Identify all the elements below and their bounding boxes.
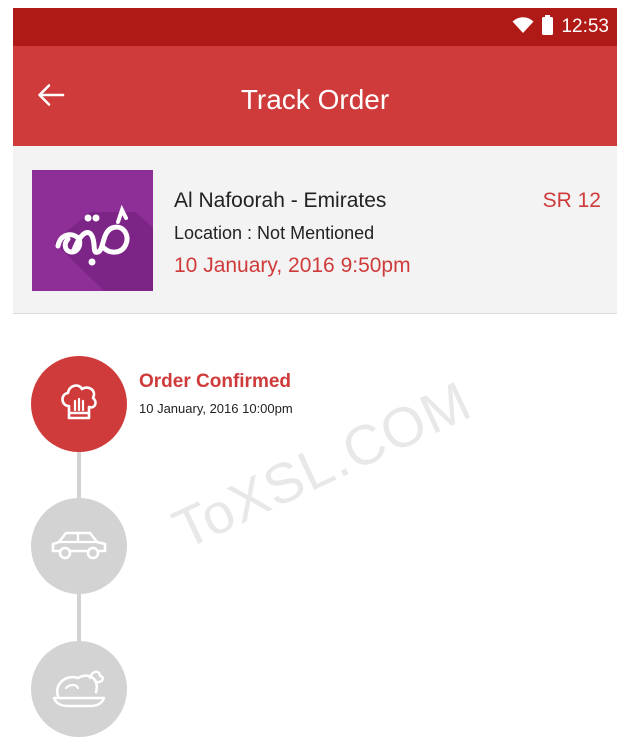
order-summary-card[interactable]: Al Nafoorah - Emirates SR 12 Location : …: [13, 146, 617, 314]
app-bar: Track Order: [13, 46, 617, 146]
step-time: 10 January, 2016 10:00pm: [139, 401, 293, 416]
roast-chicken-icon: [52, 666, 106, 713]
status-bar: 12:53: [13, 8, 617, 46]
status-time: 12:53: [561, 16, 609, 37]
order-date: 10 January, 2016 9:50pm: [174, 254, 411, 277]
step-order-confirmed: [31, 356, 127, 452]
restaurant-thumbnail: [32, 170, 153, 291]
restaurant-logo: [32, 170, 153, 291]
order-location: Location : Not Mentioned: [174, 223, 375, 243]
chef-hat-icon: [57, 380, 101, 429]
order-price: SR 12: [542, 189, 601, 212]
car-icon: [50, 527, 108, 566]
restaurant-name: Al Nafoorah - Emirates: [174, 189, 387, 212]
step-on-the-way: [31, 498, 127, 594]
watermark-text: ToXSL.COM: [163, 368, 481, 562]
page-title: Track Order: [240, 84, 390, 115]
step-title: Order Confirmed: [139, 371, 292, 392]
battery-icon: [542, 14, 554, 40]
wifi-icon: [512, 16, 534, 39]
track-order-screen: 12:53 Track Order Al Nafoorah - Emirates…: [13, 8, 617, 737]
status-icons: 12:53: [512, 14, 609, 40]
step-delivered: [31, 641, 127, 737]
